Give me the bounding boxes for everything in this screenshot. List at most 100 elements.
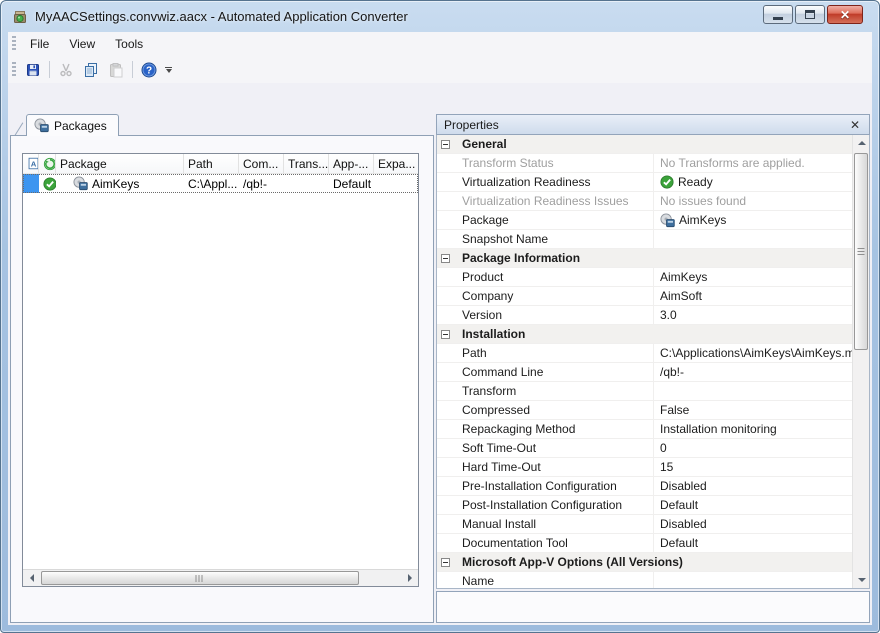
property-row[interactable]: Manual Install Disabled [437, 515, 852, 534]
column-header-expa[interactable]: Expa... [374, 154, 418, 173]
help-button[interactable]: ? [137, 59, 161, 81]
property-value[interactable]: AimKeys [653, 211, 852, 229]
save-button[interactable] [21, 59, 45, 81]
property-value[interactable]: C:\Applications\AimKeys\AimKeys.msi [653, 344, 852, 362]
column-header-com[interactable]: Com... [239, 154, 284, 173]
property-section-row[interactable]: General [437, 135, 852, 154]
collapse-icon[interactable] [441, 558, 450, 567]
property-row[interactable]: Version3.0 [437, 306, 852, 325]
scroll-left-button[interactable] [23, 570, 40, 586]
property-row[interactable]: PackageAimKeys [437, 211, 852, 230]
property-section-row[interactable]: Microsoft App-V Options (All Versions) [437, 553, 852, 572]
property-row[interactable]: PathC:\Applications\AimKeys\AimKeys.msi [437, 344, 852, 363]
package-cell-5[interactable] [284, 174, 329, 193]
properties-close-button[interactable]: ✕ [848, 119, 862, 131]
vertical-scrollbar-thumb[interactable] [854, 153, 868, 350]
property-value[interactable]: No issues found [653, 192, 852, 210]
property-section-row[interactable]: Installation [437, 325, 852, 344]
property-row[interactable]: Transform StatusNo Transforms are applie… [437, 154, 852, 173]
property-value[interactable]: Installation monitoring [653, 420, 852, 438]
toolbar-overflow-button[interactable] [162, 59, 175, 81]
property-value[interactable]: Default [653, 534, 852, 552]
property-row[interactable]: Documentation ToolDefault [437, 534, 852, 553]
copy-button[interactable] [79, 59, 103, 81]
property-row[interactable]: Transform [437, 382, 852, 401]
column-header-icon0[interactable]: A [23, 154, 39, 173]
property-value[interactable]: No Transforms are applied. [653, 154, 852, 172]
property-row[interactable]: CompanyAimSoft [437, 287, 852, 306]
column-header-app[interactable]: App-... [329, 154, 374, 173]
property-value[interactable]: 3.0 [653, 306, 852, 324]
property-value[interactable]: AimKeys [653, 268, 852, 286]
package-cell-7[interactable] [374, 174, 418, 193]
maximize-button[interactable] [795, 5, 825, 24]
toolbar-buttons: ? [21, 59, 161, 81]
property-label: Manual Install [454, 515, 653, 533]
window-title: MyAACSettings.convwiz.aacx - Automated A… [35, 9, 408, 24]
property-row[interactable]: Command Line/qb!- [437, 363, 852, 382]
horizontal-scrollbar-thumb[interactable] [41, 571, 359, 585]
property-value[interactable]: Disabled [653, 477, 852, 495]
close-button[interactable]: ✕ [827, 5, 863, 24]
property-row[interactable]: ProductAimKeys [437, 268, 852, 287]
package-cell-6[interactable]: Default [329, 174, 374, 193]
menubar-grip-handle[interactable] [12, 36, 16, 52]
column-header-icon1[interactable] [39, 154, 56, 173]
column-header-label: App-... [333, 157, 368, 171]
scroll-down-button[interactable] [853, 572, 870, 588]
property-value-text: Disabled [660, 517, 707, 531]
property-row[interactable]: Hard Time-Out15 [437, 458, 852, 477]
property-row[interactable]: Virtualization ReadinessReady [437, 173, 852, 192]
property-value[interactable] [653, 572, 852, 588]
property-row[interactable]: Name [437, 572, 852, 588]
property-value[interactable]: /qb!- [653, 363, 852, 381]
column-header-label: Expa... [378, 157, 415, 171]
property-value[interactable]: Default [653, 496, 852, 514]
property-value[interactable]: False [653, 401, 852, 419]
property-row[interactable]: CompressedFalse [437, 401, 852, 420]
property-value[interactable]: AimSoft [653, 287, 852, 305]
package-cell-1[interactable] [39, 174, 56, 193]
tab-packages[interactable]: Packages [26, 114, 119, 136]
menu-tools[interactable]: Tools [105, 34, 153, 54]
scroll-right-button[interactable] [401, 570, 418, 586]
property-row[interactable]: Post-Installation ConfigurationDefault [437, 496, 852, 515]
menu-view[interactable]: View [59, 34, 105, 54]
package-cell-2[interactable]: AimKeys [56, 174, 184, 193]
property-label: Soft Time-Out [454, 439, 653, 457]
property-section-row[interactable]: Package Information [437, 249, 852, 268]
row-gutter [437, 458, 454, 476]
property-value[interactable]: Disabled [653, 515, 852, 533]
property-value[interactable]: 15 [653, 458, 852, 476]
collapse-icon[interactable] [441, 254, 450, 263]
paste-button[interactable] [104, 59, 128, 81]
collapse-icon[interactable] [441, 140, 450, 149]
property-value[interactable] [653, 382, 852, 400]
toolbar-grip-handle[interactable] [12, 62, 16, 78]
row-gutter [437, 515, 454, 533]
column-header-package[interactable]: Package [56, 154, 184, 173]
package-cell-3[interactable]: C:\Appl... [184, 174, 239, 193]
property-row[interactable]: Repackaging MethodInstallation monitorin… [437, 420, 852, 439]
property-row[interactable]: Virtualization Readiness IssuesNo issues… [437, 192, 852, 211]
package-row[interactable]: AimKeysC:\Appl.../qb!- Default [23, 174, 418, 193]
property-row[interactable]: Soft Time-Out0 [437, 439, 852, 458]
minimize-button[interactable] [763, 5, 793, 24]
package-cell-4[interactable]: /qb!- [239, 174, 284, 193]
property-row[interactable]: Pre-Installation ConfigurationDisabled [437, 477, 852, 496]
package-cell-0[interactable] [23, 174, 39, 193]
tab-packages-label: Packages [54, 119, 107, 133]
property-row[interactable]: Snapshot Name [437, 230, 852, 249]
vertical-scrollbar[interactable] [852, 135, 869, 588]
column-header-path[interactable]: Path [184, 154, 239, 173]
property-value[interactable] [653, 230, 852, 248]
scroll-up-button[interactable] [853, 135, 870, 151]
column-header-trans[interactable]: Trans... [284, 154, 329, 173]
menu-file[interactable]: File [20, 34, 59, 54]
property-value[interactable]: 0 [653, 439, 852, 457]
collapse-icon[interactable] [441, 330, 450, 339]
horizontal-scrollbar[interactable] [23, 569, 418, 586]
cut-button[interactable] [54, 59, 78, 81]
property-value[interactable]: Ready [653, 173, 852, 191]
row-gutter [437, 420, 454, 438]
